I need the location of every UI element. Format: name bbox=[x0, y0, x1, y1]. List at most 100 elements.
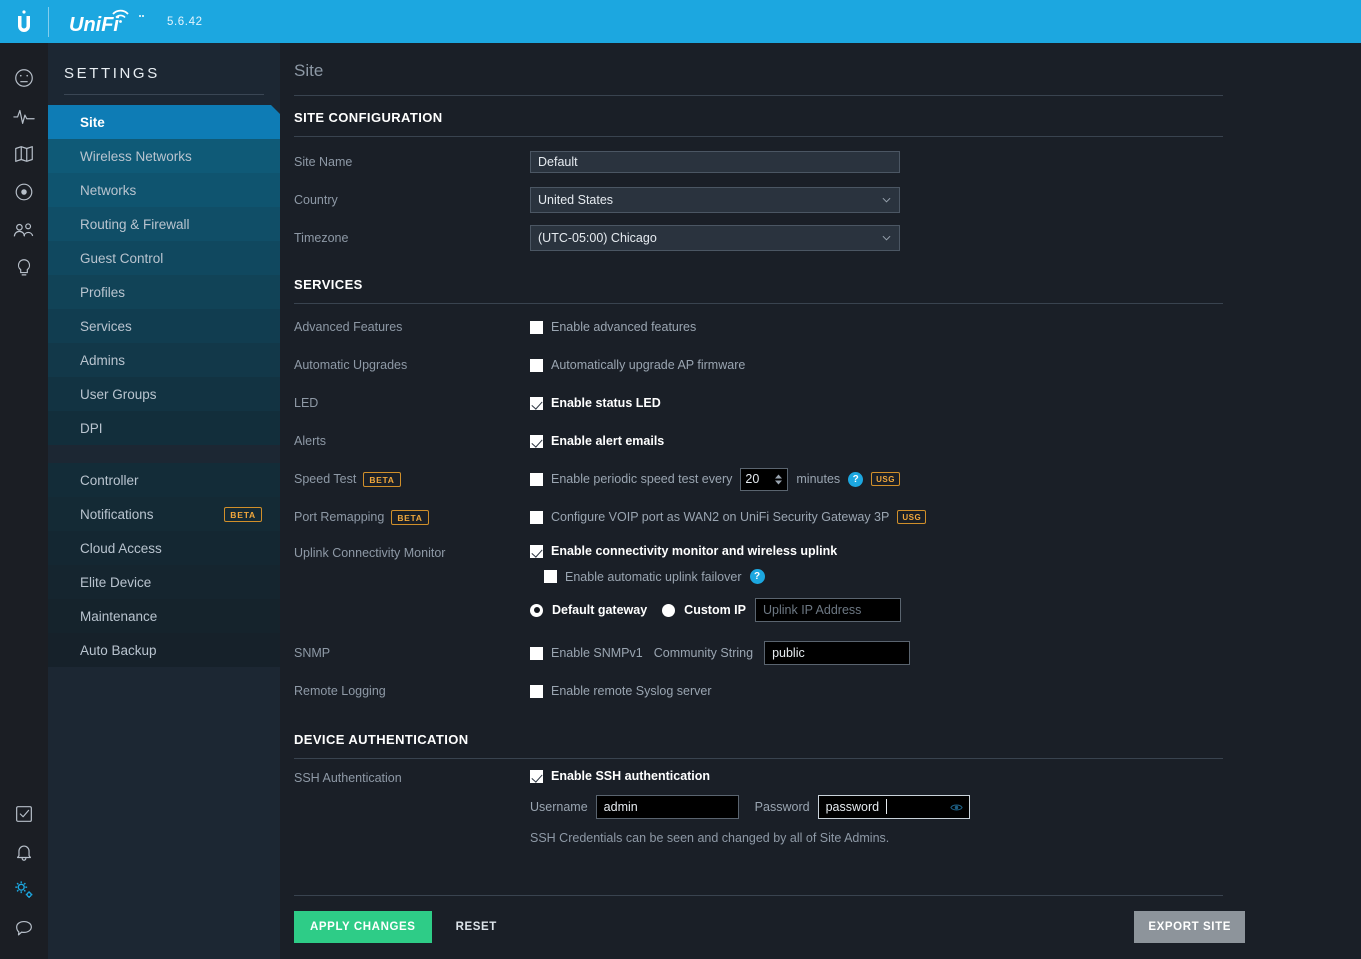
statistics-waveform-icon[interactable] bbox=[0, 97, 48, 135]
alerts-bell-icon[interactable] bbox=[0, 833, 48, 871]
snmp-community-input[interactable] bbox=[764, 641, 910, 665]
snmp-checkbox-label: Enable SNMPv1 bbox=[551, 646, 643, 660]
sidebar-title: SETTINGS bbox=[48, 43, 280, 82]
uplink-ip-input[interactable] bbox=[755, 598, 901, 622]
sidebar-item-label: Routing & Firewall bbox=[80, 217, 190, 232]
field-row-speed-test: Speed Test BETA Enable periodic speed te… bbox=[280, 460, 1361, 498]
uplink-monitor-checkbox[interactable] bbox=[530, 545, 543, 558]
speed-test-interval-stepper[interactable]: 20 bbox=[740, 468, 788, 491]
sidebar-item-services[interactable]: Services bbox=[48, 309, 280, 343]
country-label: Country bbox=[294, 193, 530, 207]
speed-test-label-wrap: Speed Test BETA bbox=[294, 472, 530, 487]
section-divider bbox=[294, 303, 1223, 304]
sidebar-item-user-groups[interactable]: User Groups bbox=[48, 377, 280, 411]
advanced-features-checkbox[interactable] bbox=[530, 321, 543, 334]
stepper-arrows-icon[interactable] bbox=[774, 474, 783, 485]
username-label: Username bbox=[530, 800, 588, 814]
sidebar-item-label: DPI bbox=[80, 421, 103, 436]
section-divider bbox=[294, 136, 1223, 137]
uplink-monitor-label: Uplink Connectivity Monitor bbox=[294, 544, 530, 560]
led-checkbox[interactable] bbox=[530, 397, 543, 410]
password-label: Password bbox=[755, 800, 810, 814]
sidebar-item-cloud-access[interactable]: Cloud Access bbox=[48, 531, 280, 565]
help-icon[interactable]: ? bbox=[848, 472, 863, 487]
country-select[interactable]: United States bbox=[530, 187, 900, 213]
reset-button[interactable]: RESET bbox=[456, 921, 497, 933]
sidebar-item-dpi[interactable]: DPI bbox=[48, 411, 280, 445]
map-icon[interactable] bbox=[0, 135, 48, 173]
help-icon[interactable]: ? bbox=[750, 569, 765, 584]
username-input[interactable] bbox=[596, 795, 739, 819]
top-bar: UniFi 5.6.42 bbox=[0, 0, 1361, 43]
port-remapping-checkbox-label: Configure VOIP port as WAN2 on UniFi Sec… bbox=[551, 510, 889, 524]
automatic-upgrades-label: Automatic Upgrades bbox=[294, 358, 530, 372]
tasks-checkbox-icon[interactable] bbox=[0, 795, 48, 833]
sidebar-item-controller[interactable]: Controller bbox=[48, 463, 280, 497]
ssh-authentication-checkbox-label: Enable SSH authentication bbox=[551, 769, 710, 783]
sidebar-item-auto-backup[interactable]: Auto Backup bbox=[48, 633, 280, 667]
sidebar-item-label: Guest Control bbox=[80, 251, 163, 266]
snmp-checkbox[interactable] bbox=[530, 647, 543, 660]
ssh-authentication-checkbox[interactable] bbox=[530, 770, 543, 783]
settings-gears-icon[interactable] bbox=[0, 871, 48, 909]
sidebar-item-site[interactable]: Site bbox=[48, 105, 280, 139]
field-row-snmp: SNMP Enable SNMPv1 Community String bbox=[280, 634, 1361, 672]
timezone-selected-value: (UTC-05:00) Chicago bbox=[538, 231, 657, 245]
sidebar-item-label: Admins bbox=[80, 353, 125, 368]
settings-sidebar: SETTINGS Site Wireless Networks Networks… bbox=[48, 43, 280, 959]
text-cursor bbox=[886, 799, 887, 814]
automatic-upgrades-checkbox-label: Automatically upgrade AP firmware bbox=[551, 358, 745, 372]
speed-test-units-label: minutes bbox=[796, 472, 840, 486]
site-name-input[interactable] bbox=[530, 151, 900, 173]
page-title: Site bbox=[280, 43, 1361, 81]
led-label: LED bbox=[294, 396, 530, 410]
sidebar-item-notifications[interactable]: Notifications BETA bbox=[48, 497, 280, 531]
sidebar-item-elite-device[interactable]: Elite Device bbox=[48, 565, 280, 599]
speed-test-checkbox[interactable] bbox=[530, 473, 543, 486]
status-badge-beta: BETA bbox=[224, 507, 262, 522]
automatic-upgrades-checkbox[interactable] bbox=[530, 359, 543, 372]
apply-changes-button[interactable]: APPLY CHANGES bbox=[294, 911, 432, 943]
export-site-button[interactable]: EXPORT SITE bbox=[1134, 911, 1245, 943]
sidebar-nav-group-primary: Site Wireless Networks Networks Routing … bbox=[48, 105, 280, 445]
sidebar-item-networks[interactable]: Networks bbox=[48, 173, 280, 207]
sidebar-item-label: Cloud Access bbox=[80, 541, 162, 556]
eye-icon[interactable] bbox=[950, 803, 963, 812]
clients-people-icon[interactable] bbox=[0, 211, 48, 249]
main-content: Site SITE CONFIGURATION Site Name Countr… bbox=[280, 43, 1361, 959]
timezone-select[interactable]: (UTC-05:00) Chicago bbox=[530, 225, 900, 251]
uplink-radio-default-gateway-label: Default gateway bbox=[552, 603, 647, 617]
password-input[interactable] bbox=[818, 795, 970, 819]
uplink-monitor-checkbox-label: Enable connectivity monitor and wireless… bbox=[551, 544, 837, 558]
snmp-community-label: Community String bbox=[654, 646, 753, 660]
sidebar-title-divider bbox=[64, 94, 264, 95]
sidebar-item-label: User Groups bbox=[80, 387, 157, 402]
sidebar-item-routing-firewall[interactable]: Routing & Firewall bbox=[48, 207, 280, 241]
insights-bulb-icon[interactable] bbox=[0, 249, 48, 287]
sidebar-item-label: Maintenance bbox=[80, 609, 157, 624]
sidebar-item-profiles[interactable]: Profiles bbox=[48, 275, 280, 309]
remote-logging-checkbox[interactable] bbox=[530, 685, 543, 698]
dashboard-gauge-icon[interactable] bbox=[0, 59, 48, 97]
advanced-features-checkbox-label: Enable advanced features bbox=[551, 320, 696, 334]
chat-bubble-icon[interactable] bbox=[0, 909, 48, 947]
country-selected-value: United States bbox=[538, 193, 613, 207]
sidebar-item-admins[interactable]: Admins bbox=[48, 343, 280, 377]
site-name-label: Site Name bbox=[294, 155, 530, 169]
snmp-label: SNMP bbox=[294, 646, 530, 660]
alerts-checkbox[interactable] bbox=[530, 435, 543, 448]
speed-test-interval-value: 20 bbox=[745, 472, 759, 486]
devices-target-icon[interactable] bbox=[0, 173, 48, 211]
sidebar-item-guest-control[interactable]: Guest Control bbox=[48, 241, 280, 275]
port-remapping-checkbox[interactable] bbox=[530, 511, 543, 524]
uplink-failover-checkbox[interactable] bbox=[544, 570, 557, 583]
uplink-radio-default-gateway[interactable] bbox=[530, 604, 543, 617]
remote-logging-label: Remote Logging bbox=[294, 684, 530, 698]
ubiquiti-u-logo[interactable] bbox=[0, 9, 48, 35]
uplink-radio-custom-ip[interactable] bbox=[662, 604, 675, 617]
sidebar-item-wireless-networks[interactable]: Wireless Networks bbox=[48, 139, 280, 173]
sidebar-group-separator bbox=[48, 445, 280, 453]
sidebar-item-maintenance[interactable]: Maintenance bbox=[48, 599, 280, 633]
sidebar-item-label: Elite Device bbox=[80, 575, 151, 590]
field-row-uplink-monitor: Uplink Connectivity Monitor Enable conne… bbox=[280, 536, 1361, 622]
